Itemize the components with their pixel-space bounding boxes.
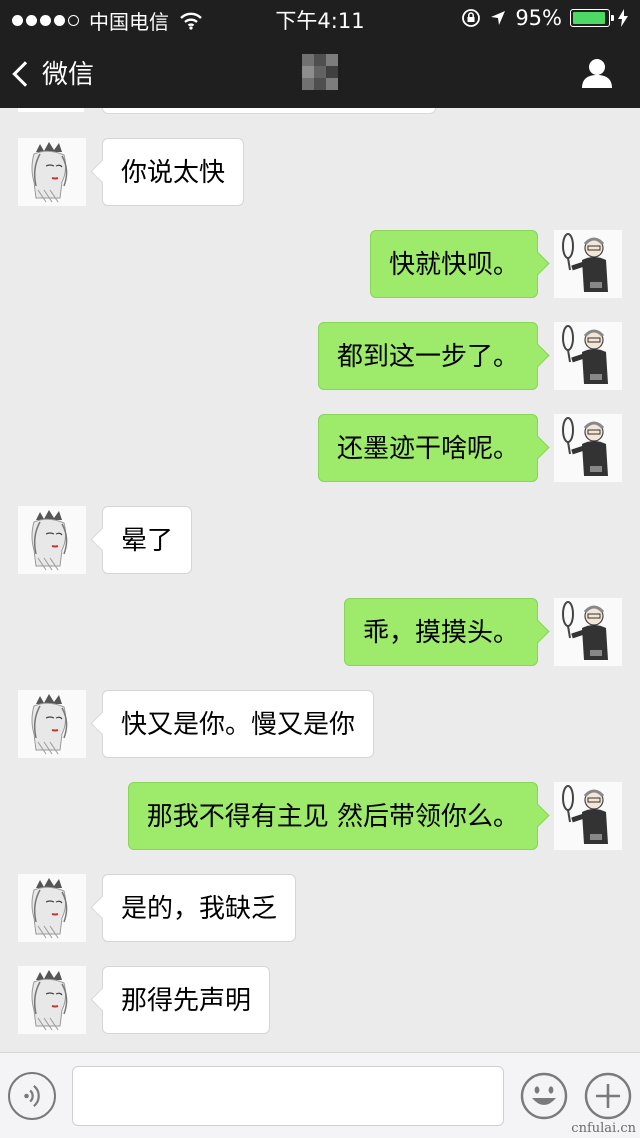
message-row: 那得先声明 (0, 966, 640, 1036)
sent-message-bubble[interactable]: 还墨迹干啥呢。 (317, 414, 538, 482)
sent-message-bubble[interactable]: 都到这一步了。 (317, 322, 538, 390)
message-row: 晕了 (0, 506, 640, 576)
charging-bolt-icon (618, 9, 628, 27)
message-row: 你说太快 (0, 138, 640, 208)
contact-avatar[interactable] (18, 690, 86, 758)
sent-message-bubble[interactable]: 乖，摸摸头。 (343, 598, 538, 666)
received-message-bubble[interactable]: 晕了 (102, 506, 193, 574)
battery-percentage: 95% (515, 6, 562, 30)
contact-avatar[interactable] (18, 874, 86, 942)
input-bar: cnfulai.cn (0, 1052, 640, 1138)
my-avatar[interactable] (554, 414, 622, 482)
navigation-bar: 微信 (0, 36, 640, 108)
message-bubble-partial (102, 108, 436, 114)
back-button[interactable]: 微信 (12, 54, 95, 91)
message-row: 是的，我缺乏 (0, 874, 640, 944)
sent-message-bubble[interactable]: 那我不得有主见 然后带领你么。 (127, 782, 538, 850)
message-row: 都到这一步了。 (0, 322, 640, 392)
chevron-left-icon (12, 60, 38, 87)
emoji-icon[interactable] (520, 1072, 568, 1120)
message-row: 还墨迹干啥呢。 (0, 414, 640, 484)
status-right: 95% (461, 6, 628, 30)
plus-icon[interactable] (584, 1072, 632, 1120)
contact-avatar[interactable] (18, 506, 86, 574)
received-message-bubble[interactable]: 快又是你。慢又是你 (102, 690, 375, 758)
contact-avatar[interactable] (18, 966, 86, 1034)
watermark: cnfulai.cn (571, 1121, 636, 1136)
person-icon[interactable] (580, 56, 614, 90)
location-arrow-icon (491, 11, 506, 25)
message-row: 乖，摸摸头。 (0, 598, 640, 668)
received-message-bubble[interactable]: 那得先声明 (102, 966, 271, 1034)
contact-avatar[interactable] (18, 138, 86, 206)
my-avatar[interactable] (554, 322, 622, 390)
status-bar: 中国电信 下午4:11 95% (0, 0, 640, 36)
chat-title-pixelated (302, 54, 338, 90)
message-row: 快又是你。慢又是你 (0, 690, 640, 760)
message-row: 那我不得有主见 然后带领你么。 (0, 782, 640, 852)
battery-icon (570, 9, 614, 27)
voice-icon[interactable] (8, 1072, 56, 1120)
received-message-bubble[interactable]: 你说太快 (102, 138, 245, 206)
avatar-partial (18, 108, 84, 112)
message-input[interactable] (72, 1066, 504, 1126)
received-message-bubble[interactable]: 是的，我缺乏 (102, 874, 297, 942)
rotation-lock-icon (462, 9, 481, 27)
message-row: 快就快呗。 (0, 230, 640, 300)
my-avatar[interactable] (554, 230, 622, 298)
back-label: 微信 (42, 60, 95, 90)
sent-message-bubble[interactable]: 快就快呗。 (369, 230, 538, 298)
my-avatar[interactable] (554, 782, 622, 850)
chat-area[interactable]: 你说太快快就快呗。都到这一步了。 还墨迹干啥呢。晕了乖，摸摸头。快又是你。慢又是你… (0, 108, 640, 1052)
my-avatar[interactable] (554, 598, 622, 666)
